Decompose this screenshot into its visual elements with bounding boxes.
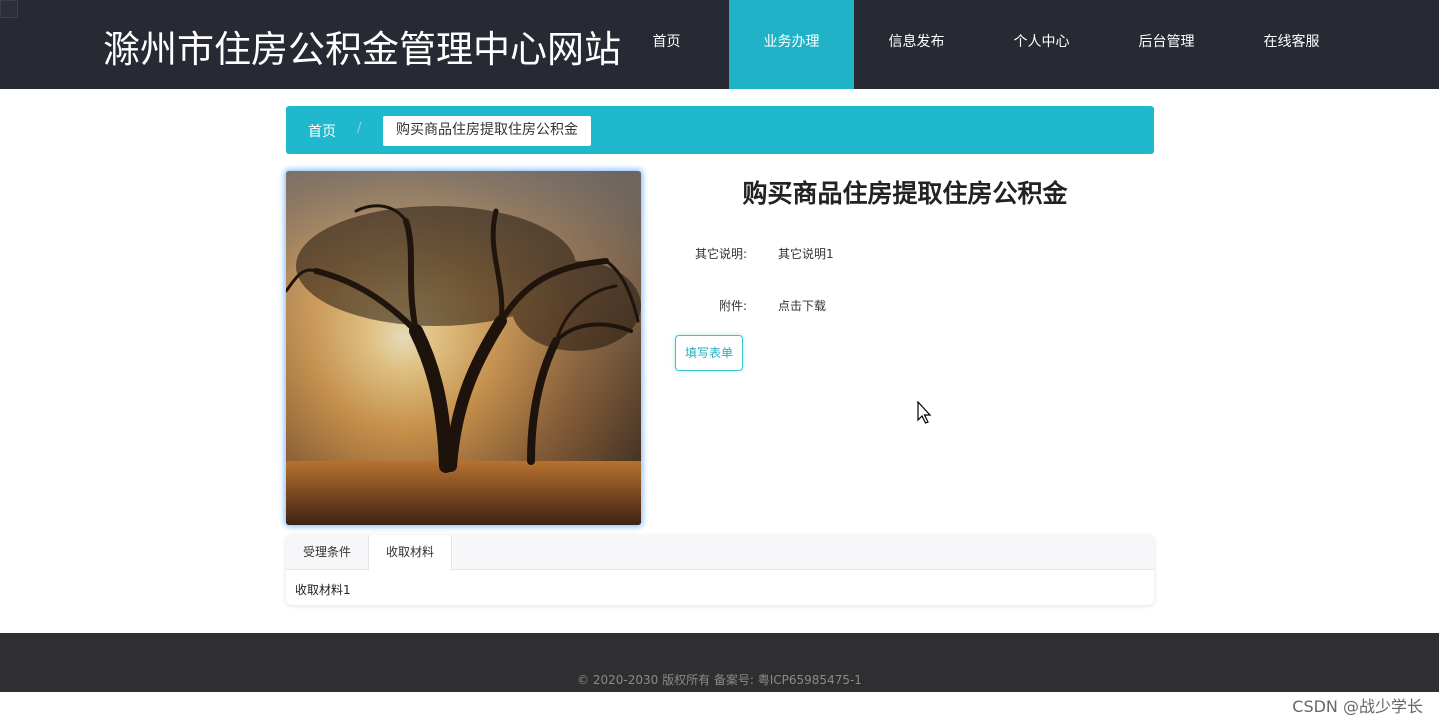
note-value: 其它说明1 <box>778 247 834 261</box>
breadcrumb-home-link[interactable]: 首页 <box>308 121 336 141</box>
site-title: 滁州市住房公积金管理中心网站 <box>103 28 621 71</box>
note-label: 其它说明: <box>694 247 747 261</box>
tab-content: 收取材料1 <box>295 583 351 597</box>
nav-item-personal-center[interactable]: 个人中心 <box>979 0 1104 89</box>
breadcrumb-separator: / <box>357 121 362 136</box>
nav-item-news[interactable]: 信息发布 <box>854 0 979 89</box>
nav-item-business[interactable]: 业务办理 <box>729 0 854 89</box>
footer: © 2020-2030 版权所有 备案号: 粤ICP65985475-1 <box>0 633 1439 692</box>
attachment-label: 附件: <box>718 299 747 313</box>
tree-sunset-image <box>286 171 641 525</box>
main-nav: 首页 业务办理 信息发布 个人中心 后台管理 在线客服 <box>604 0 1354 89</box>
tab-conditions[interactable]: 受理条件 <box>286 535 368 570</box>
footer-copyright: © 2020-2030 版权所有 备案号: 粤ICP65985475-1 <box>577 673 862 687</box>
nav-item-online-service[interactable]: 在线客服 <box>1229 0 1354 89</box>
nav-item-home[interactable]: 首页 <box>604 0 729 89</box>
breadcrumb: 首页 / 购买商品住房提取住房公积金 <box>286 106 1154 154</box>
fill-form-button[interactable]: 填写表单 <box>675 335 743 371</box>
tabs-header: 受理条件 收取材料 <box>286 535 1154 571</box>
info-tabs: 受理条件 收取材料 收取材料1 <box>286 535 1154 605</box>
tab-materials[interactable]: 收取材料 <box>368 535 453 571</box>
window-corner-icon <box>0 0 18 18</box>
detail-title: 购买商品住房提取住房公积金 <box>742 179 1068 208</box>
mouse-cursor-icon <box>917 400 933 429</box>
watermark: CSDN @战少学长 <box>1292 697 1423 716</box>
download-link[interactable]: 点击下载 <box>778 297 826 314</box>
nav-item-admin[interactable]: 后台管理 <box>1104 0 1229 89</box>
service-image <box>286 171 641 525</box>
top-navbar: 滁州市住房公积金管理中心网站 首页 业务办理 信息发布 个人中心 后台管理 在线… <box>0 0 1439 89</box>
breadcrumb-current: 购买商品住房提取住房公积金 <box>383 116 591 146</box>
